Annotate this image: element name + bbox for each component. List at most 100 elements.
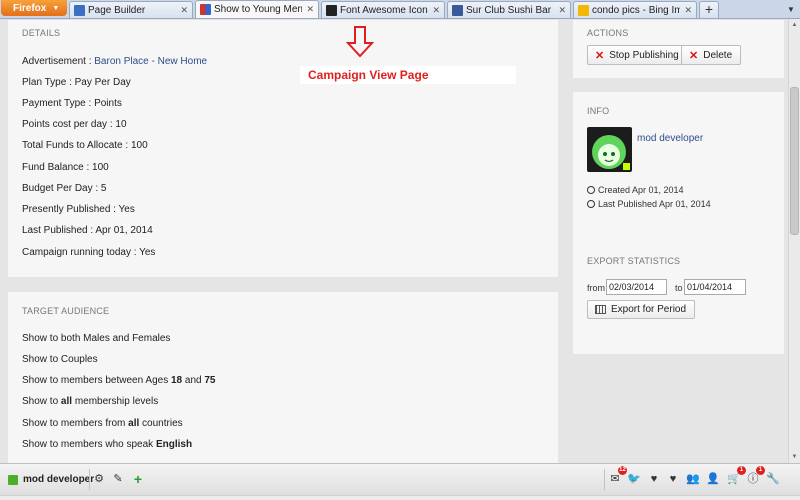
target-age-max: 75 <box>204 375 216 386</box>
target-language-pre: Show to members who speak <box>22 439 156 450</box>
toolbar-divider <box>89 469 90 490</box>
new-tab-button[interactable]: + <box>699 1 719 18</box>
close-icon: ✕ <box>689 49 699 62</box>
actions-panel: ACTIONS ✕ Stop Publishing ✕ Delete <box>573 20 784 78</box>
toolbar-divider <box>604 469 605 490</box>
tab-font-awesome-icons[interactable]: Font Awesome Icons ✕ <box>321 1 445 18</box>
toolbar-user-name: mod developer <box>23 474 95 485</box>
info-user-name[interactable]: mod developer <box>637 133 703 144</box>
annotation-label: Campaign View Page <box>300 66 516 84</box>
tab-page-builder[interactable]: Page Builder ✕ <box>69 1 193 18</box>
avatar <box>587 127 632 172</box>
tab-label: Page Builder <box>88 4 146 16</box>
edit-icon[interactable]: ✎ <box>110 471 126 487</box>
target-countries-pre: Show to members from <box>22 418 129 429</box>
to-date-input[interactable]: 01/04/2014 <box>684 279 746 295</box>
advertisement-line: Advertisement : Baron Place - New Home <box>22 56 207 67</box>
last-published-text: Last Published Apr 01, 2014 <box>598 199 711 209</box>
from-date-input[interactable]: 02/03/2014 <box>606 279 667 295</box>
delete-button[interactable]: ✕ Delete <box>681 45 742 65</box>
close-icon[interactable]: ✕ <box>684 5 692 16</box>
scroll-down-icon[interactable]: ▼ <box>789 451 800 463</box>
to-label: to <box>675 283 683 293</box>
target-countries-all: all <box>128 418 140 429</box>
stop-publishing-button[interactable]: ✕ Stop Publishing <box>587 45 688 65</box>
created-text: Created Apr 01, 2014 <box>598 185 684 195</box>
export-statistics-panel: EXPORT STATISTICS from 02/03/2014 to 01/… <box>573 242 784 354</box>
tab-label: Font Awesome Icons <box>340 4 429 16</box>
close-icon[interactable]: ✕ <box>306 4 314 15</box>
horizontal-scrollbar[interactable] <box>0 495 800 500</box>
target-couples-line: Show to Couples <box>22 354 98 365</box>
avatar-face-icon <box>592 135 630 170</box>
total-funds-line: Total Funds to Allocate : 100 <box>22 140 148 151</box>
mail-icon[interactable]: ✉ 12 <box>607 466 627 487</box>
delete-label: Delete <box>703 49 733 61</box>
export-for-period-label: Export for Period <box>611 304 687 315</box>
browser-tab-bar: Firefox ▼ Page Builder ✕ Show to Young M… <box>0 0 800 19</box>
user-status-icon <box>8 474 18 485</box>
scroll-up-icon[interactable]: ▲ <box>789 19 800 31</box>
target-audience-title: TARGET AUDIENCE <box>22 306 110 316</box>
export-for-period-button[interactable]: Export for Period <box>587 300 696 319</box>
actions-title: ACTIONS <box>587 28 629 38</box>
info-title: INFO <box>587 106 610 116</box>
target-membership-pre: Show to <box>22 396 61 407</box>
tab-list-icon[interactable]: ▼ <box>782 1 800 18</box>
tab-condo-pics[interactable]: condo pics - Bing Images ✕ <box>573 1 697 18</box>
target-countries-post: countries <box>139 418 183 429</box>
tab-label: Sur Club Sushi Bar <box>466 4 552 16</box>
target-audience-panel: TARGET AUDIENCE Show to both Males and F… <box>8 292 558 463</box>
payment-type-line: Payment Type : Points <box>22 98 122 109</box>
scrollbar-thumb[interactable] <box>790 87 799 235</box>
close-icon: ✕ <box>595 49 605 62</box>
flag-favicon-icon <box>326 4 337 16</box>
target-age-min: 18 <box>170 375 183 386</box>
wrench-icon[interactable]: 🔧 <box>765 471 781 487</box>
bottom-toolbar: mod developer ⚙ ✎ + ✉ 12 🐦 ♥ ♥ 👥 👤 🛒 1 ⓘ 1 … <box>0 463 800 500</box>
from-label: from <box>587 283 605 293</box>
info-icon[interactable]: ⓘ 1 <box>745 466 765 487</box>
target-ages-text: Show to members between Ages <box>22 375 171 386</box>
points-cost-line: Points cost per day : 10 <box>22 119 127 130</box>
close-icon[interactable]: ✕ <box>432 5 440 16</box>
user-icon[interactable]: 👤 <box>705 471 721 487</box>
budget-per-day-line: Budget Per Day : 5 <box>22 183 107 194</box>
twitter-icon[interactable]: 🐦 <box>626 471 642 487</box>
firefox-menu-button[interactable]: Firefox ▼ <box>1 0 67 16</box>
target-ages-line: Show to members between Ages 18 and 75 <box>22 375 215 386</box>
table-icon <box>595 305 606 314</box>
info-panel: INFO mod developer Created Apr 01, 2014 … <box>573 92 784 244</box>
advertisement-label: Advertisement : <box>22 56 95 67</box>
tab-label: Show to Young Men <box>214 4 303 15</box>
tab-sur-club-sushi-bar[interactable]: Sur Club Sushi Bar ✕ <box>447 1 571 18</box>
target-membership-post: membership levels <box>72 396 159 407</box>
last-published-meta-line: Last Published Apr 01, 2014 <box>587 199 711 209</box>
tab-show-to-young-men[interactable]: Show to Young Men ✕ <box>195 0 319 18</box>
bing-favicon-icon <box>578 4 589 16</box>
toolbar-user[interactable]: mod developer <box>8 469 94 490</box>
gear-icon[interactable]: ⚙ <box>91 471 107 487</box>
down-arrow-icon <box>345 26 375 58</box>
advertisement-link[interactable]: Baron Place - New Home <box>94 56 207 67</box>
stop-publishing-label: Stop Publishing <box>609 49 679 61</box>
facebook-favicon-icon <box>452 4 463 16</box>
vertical-scrollbar[interactable]: ▲ ▼ <box>788 19 800 463</box>
target-language-line: Show to members who speak English <box>22 439 192 450</box>
group-icon[interactable]: 👥 <box>685 471 701 487</box>
heart-outline-icon[interactable]: ♥ <box>665 471 681 487</box>
fund-balance-line: Fund Balance : 100 <box>22 162 109 173</box>
add-icon[interactable]: + <box>130 471 146 487</box>
clock-icon <box>587 200 595 208</box>
target-ages-and: and <box>182 375 205 386</box>
campaign-running-line: Campaign running today : Yes <box>22 247 156 258</box>
close-icon[interactable]: ✕ <box>180 5 188 16</box>
target-countries-line: Show to members from all countries <box>22 418 183 429</box>
heart-icon[interactable]: ♥ <box>646 471 662 487</box>
target-membership-line: Show to all membership levels <box>22 396 158 407</box>
page-favicon-icon <box>74 4 85 16</box>
cart-icon[interactable]: 🛒 1 <box>726 466 746 487</box>
export-title: EXPORT STATISTICS <box>587 256 681 266</box>
close-icon[interactable]: ✕ <box>558 5 566 16</box>
page-content: DETAILS Advertisement : Baron Place - Ne… <box>0 20 788 463</box>
